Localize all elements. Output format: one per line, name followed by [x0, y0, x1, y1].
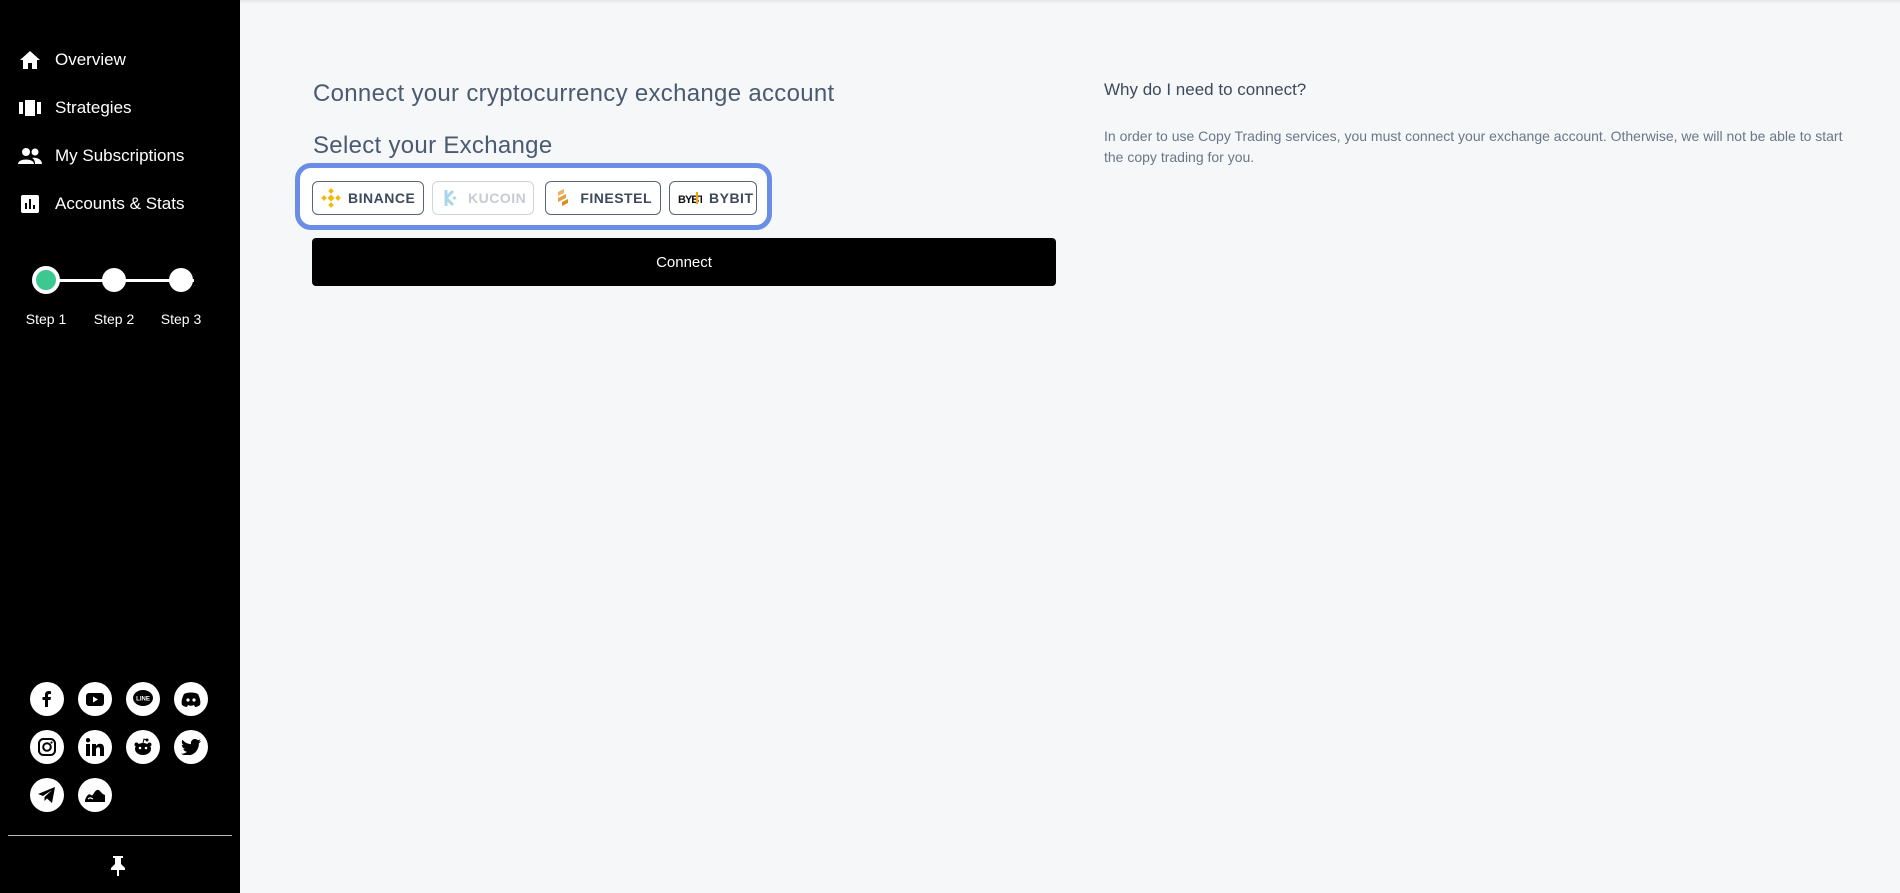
kucoin-logo-icon	[441, 187, 461, 209]
connect-button[interactable]: Connect	[312, 238, 1056, 286]
facebook-icon[interactable]	[30, 682, 64, 716]
users-icon	[18, 144, 42, 168]
home-icon	[18, 48, 42, 72]
svg-text:T: T	[698, 194, 702, 206]
sidebar: Overview Strategies My Subscriptions Acc…	[0, 0, 240, 893]
step-progress: Step 1 Step 2 Step 3	[26, 266, 210, 327]
nav-item-label: My Subscriptions	[55, 146, 185, 165]
nav-item-accounts-stats[interactable]: Accounts & Stats	[18, 180, 184, 228]
bybit-logo-icon: BYB T	[678, 187, 702, 209]
instagram-icon[interactable]	[30, 730, 64, 764]
step-2-label: Step 2	[93, 311, 135, 327]
line-icon[interactable]: LINE	[126, 682, 160, 716]
exchange-bybit-button[interactable]: BYB T BYBIT	[669, 181, 757, 215]
telegram-icon[interactable]	[30, 778, 64, 812]
sidebar-nav: Overview Strategies My Subscriptions Acc…	[18, 36, 184, 228]
linkedin-icon[interactable]	[78, 730, 112, 764]
step-3-dot	[169, 268, 193, 292]
youtube-icon[interactable]	[78, 682, 112, 716]
exchange-label: FINESTEL	[580, 190, 652, 206]
nav-item-label: Accounts & Stats	[55, 194, 185, 213]
nav-item-label: Overview	[55, 50, 126, 69]
step-2-dot	[102, 268, 126, 292]
reddit-icon[interactable]	[126, 730, 160, 764]
step-1-dot	[32, 266, 60, 294]
exchange-label: BYBIT	[709, 190, 754, 206]
stats-icon	[18, 192, 42, 216]
exchange-label: BINANCE	[348, 190, 416, 206]
nav-item-label: Strategies	[55, 98, 132, 117]
nav-item-strategies[interactable]: Strategies	[18, 84, 184, 132]
sidebar-divider	[8, 835, 232, 836]
exchange-finestel-button[interactable]: FINESTEL	[545, 181, 661, 215]
exchange-label: KUCOIN	[468, 190, 527, 206]
why-connect-text: In order to use Copy Trading services, y…	[1104, 128, 1843, 165]
tradingview-icon[interactable]	[78, 778, 112, 812]
page-title: Connect your cryptocurrency exchange acc…	[313, 80, 835, 107]
nav-item-overview[interactable]: Overview	[18, 36, 184, 84]
step-1-label: Step 1	[25, 311, 67, 327]
exchange-kucoin-button[interactable]: KUCOIN	[432, 181, 534, 215]
binance-logo-icon	[321, 187, 341, 209]
strategies-icon	[18, 96, 42, 120]
svg-text:LINE: LINE	[136, 697, 150, 703]
discord-icon[interactable]	[174, 682, 208, 716]
exchange-binance-button[interactable]: BINANCE	[312, 181, 424, 215]
finestel-logo-icon	[554, 187, 573, 209]
nav-item-my-subscriptions[interactable]: My Subscriptions	[18, 132, 184, 180]
step-3-label: Step 3	[160, 311, 202, 327]
exchange-selector: BINANCE KUCOIN FINESTEL BYB T BYBIT	[295, 163, 772, 230]
main-content: Connect your cryptocurrency exchange acc…	[240, 0, 1900, 893]
exchange-select-heading: Select your Exchange	[313, 132, 553, 159]
why-connect-heading: Why do I need to connect?	[1104, 80, 1307, 99]
pin-icon[interactable]	[108, 855, 128, 877]
twitter-icon[interactable]	[174, 730, 208, 764]
